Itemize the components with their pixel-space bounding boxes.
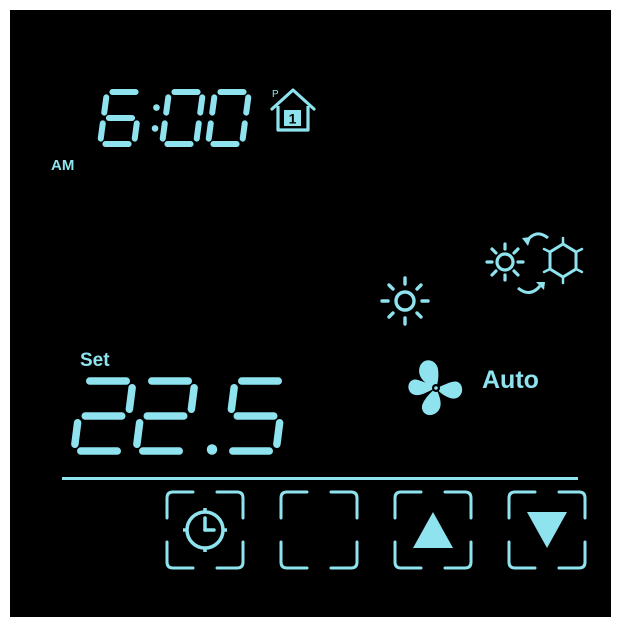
triangle-down-icon <box>527 512 567 548</box>
clock-icon <box>183 508 227 552</box>
fan-mode-label: Auto <box>482 366 539 394</box>
fan-icon <box>408 360 463 416</box>
up-button[interactable] <box>391 488 475 572</box>
period-number: 1 <box>289 111 297 127</box>
blank-button[interactable] <box>277 488 361 572</box>
home-icon: 1 P <box>270 88 316 132</box>
sun-icon <box>380 276 430 326</box>
period-badge: P <box>272 89 279 100</box>
button-frame <box>279 490 359 570</box>
heat-cool-switch-icon <box>485 232 584 294</box>
triangle-up-icon <box>413 512 453 548</box>
down-button[interactable] <box>505 488 589 572</box>
setpoint-label: Set <box>80 350 110 371</box>
divider <box>62 477 578 480</box>
clock-button[interactable] <box>163 488 247 572</box>
meridiem-label: AM <box>51 157 75 174</box>
setpoint-value-text: 22.5 <box>0 0 1 1</box>
clock-time-text: 6:00 <box>0 0 1 1</box>
